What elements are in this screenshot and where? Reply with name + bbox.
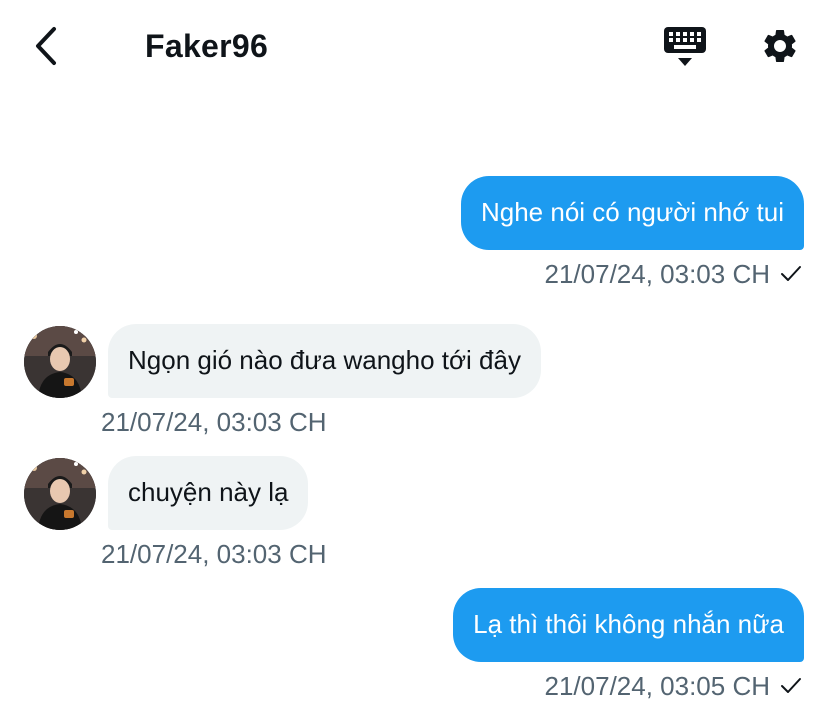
message-text: Ngọn gió nào đưa wangho tới đây — [128, 345, 521, 375]
avatar[interactable] — [24, 458, 96, 530]
conversation-header: Faker96 — [0, 0, 828, 92]
profile-photo — [24, 326, 96, 398]
conversation-title: Faker96 — [145, 28, 269, 64]
message-bubble-sent[interactable]: Nghe nói có người nhớ tui — [460, 176, 804, 250]
message-text: chuyện này lạ — [128, 477, 289, 507]
timestamp-text: 21/07/24, 03:03 CH — [101, 407, 327, 437]
timestamp-text: 21/07/24, 03:05 CH — [544, 671, 771, 701]
check-icon — [781, 678, 801, 693]
message-text: Nghe nói có người nhớ tui — [480, 197, 784, 227]
message-timestamp: 21/07/24, 03:03 CH — [101, 406, 327, 438]
keyboard-button[interactable] — [660, 24, 710, 70]
keyboard-icon — [664, 27, 706, 66]
message-list[interactable]: Nghe nói có người nhớ tui 21/07/24, 03:0… — [0, 92, 828, 703]
check-icon — [781, 266, 801, 281]
message-timestamp: 21/07/24, 03:05 CH — [545, 670, 803, 702]
timestamp-text: 21/07/24, 03:03 CH — [101, 539, 327, 569]
message-text: Lạ thì thôi không nhắn nữa — [473, 609, 784, 639]
gear-icon — [764, 29, 796, 62]
avatar[interactable] — [24, 326, 96, 398]
message-bubble-received[interactable]: chuyện này lạ — [108, 456, 309, 530]
timestamp-text: 21/07/24, 03:03 CH — [544, 259, 771, 289]
profile-photo — [24, 458, 96, 530]
back-button[interactable] — [24, 24, 68, 68]
message-bubble-sent[interactable]: Lạ thì thôi không nhắn nữa — [453, 588, 804, 662]
chevron-left-icon — [36, 27, 56, 65]
message-timestamp: 21/07/24, 03:03 CH — [101, 538, 327, 570]
message-timestamp: 21/07/24, 03:03 CH — [545, 258, 803, 290]
message-bubble-received[interactable]: Ngọn gió nào đưa wangho tới đây — [108, 324, 541, 398]
settings-button[interactable] — [756, 22, 804, 70]
